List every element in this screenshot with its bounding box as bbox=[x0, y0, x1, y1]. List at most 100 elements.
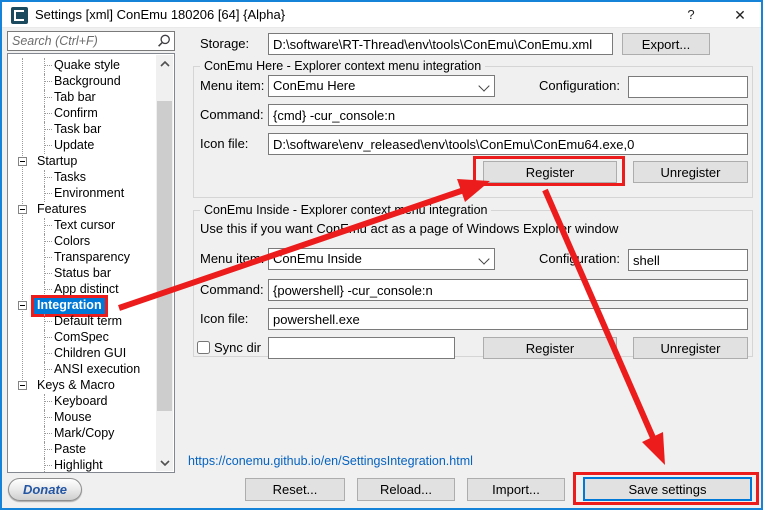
help-button[interactable]: ? bbox=[674, 2, 708, 28]
inside-configuration-input[interactable] bbox=[628, 249, 748, 271]
reload-button[interactable]: Reload... bbox=[357, 478, 455, 501]
save-settings-button[interactable]: Save settings bbox=[583, 477, 752, 501]
tree-item-label: Tab bar bbox=[51, 90, 99, 106]
tree-item-ansi-execution[interactable]: ANSI execution bbox=[8, 362, 174, 378]
tree-item-label: Children GUI bbox=[51, 346, 129, 362]
tree-connector bbox=[44, 74, 45, 90]
here-menu-item-label: Menu item: bbox=[200, 75, 264, 97]
tree-item-app-distinct[interactable]: App distinct bbox=[8, 282, 174, 298]
tree-item-label: Default term bbox=[51, 314, 125, 330]
tree-item-startup[interactable]: Startup bbox=[8, 154, 174, 170]
tree-item-mouse[interactable]: Mouse bbox=[8, 410, 174, 426]
scroll-up-icon[interactable] bbox=[156, 55, 173, 72]
tree-item-label: Background bbox=[51, 74, 124, 90]
tree-connector bbox=[44, 266, 45, 282]
here-command-label: Command: bbox=[200, 104, 264, 126]
collapse-minus-icon[interactable] bbox=[18, 205, 27, 214]
tree-item-label: Text cursor bbox=[51, 218, 118, 234]
inside-command-input[interactable] bbox=[268, 279, 748, 301]
tree-connector bbox=[44, 330, 45, 346]
tree-item-text-cursor[interactable]: Text cursor bbox=[8, 218, 174, 234]
tree-item-comspec[interactable]: ComSpec bbox=[8, 330, 174, 346]
inside-menu-item-combobox[interactable]: ConEmu Inside bbox=[268, 248, 495, 270]
tree-item-label: Integration bbox=[34, 298, 105, 314]
search-box bbox=[7, 31, 175, 51]
tree-item-label: Features bbox=[34, 202, 89, 218]
conemu-app-icon bbox=[11, 7, 28, 24]
tree-connector bbox=[44, 234, 45, 250]
tree-item-update[interactable]: Update bbox=[8, 138, 174, 154]
tree-item-paste[interactable]: Paste bbox=[8, 442, 174, 458]
tree-item-default-term[interactable]: Default term bbox=[8, 314, 174, 330]
tree-item-tab-bar[interactable]: Tab bar bbox=[8, 90, 174, 106]
tree-item-label: Confirm bbox=[51, 106, 101, 122]
tree-item-keyboard[interactable]: Keyboard bbox=[8, 394, 174, 410]
tree-item-label: Tasks bbox=[51, 170, 89, 186]
tree-item-status-bar[interactable]: Status bar bbox=[8, 266, 174, 282]
collapse-minus-icon[interactable] bbox=[18, 301, 27, 310]
here-icon-file-label: Icon file: bbox=[200, 133, 248, 155]
inside-configuration-label: Configuration: bbox=[535, 248, 620, 270]
tree-connector bbox=[44, 410, 45, 426]
here-icon-file-input[interactable] bbox=[268, 133, 748, 155]
reset-button[interactable]: Reset... bbox=[245, 478, 345, 501]
tree-item-label: Mark/Copy bbox=[51, 426, 117, 442]
tree-item-colors[interactable]: Colors bbox=[8, 234, 174, 250]
tree-item-integration[interactable]: Integration bbox=[8, 298, 174, 314]
here-configuration-input[interactable] bbox=[628, 76, 748, 98]
close-button[interactable]: ✕ bbox=[720, 2, 760, 28]
import-button[interactable]: Import... bbox=[467, 478, 565, 501]
tree-item-label: Environment bbox=[51, 186, 127, 202]
tree-item-label: Keyboard bbox=[51, 394, 111, 410]
tree-connector bbox=[44, 138, 45, 154]
tree-item-tasks[interactable]: Tasks bbox=[8, 170, 174, 186]
tree-item-label: Keys & Macro bbox=[34, 378, 118, 394]
tree-scrollbar[interactable] bbox=[156, 55, 173, 471]
here-unregister-button[interactable]: Unregister bbox=[633, 161, 748, 183]
collapse-minus-icon[interactable] bbox=[18, 381, 27, 390]
scroll-down-icon[interactable] bbox=[156, 454, 173, 471]
donate-button[interactable]: Donate bbox=[8, 478, 82, 501]
tree-item-environment[interactable]: Environment bbox=[8, 186, 174, 202]
tree-item-background[interactable]: Background bbox=[8, 74, 174, 90]
tree-connector bbox=[44, 250, 45, 266]
tree-item-mark-copy[interactable]: Mark/Copy bbox=[8, 426, 174, 442]
inside-icon-file-input[interactable] bbox=[268, 308, 748, 330]
tree-item-features[interactable]: Features bbox=[8, 202, 174, 218]
conemu-here-group-title: ConEmu Here - Explorer context menu inte… bbox=[200, 59, 485, 74]
inside-unregister-button[interactable]: Unregister bbox=[633, 337, 748, 359]
here-menu-item-value: ConEmu Here bbox=[273, 78, 355, 93]
tree-connector bbox=[44, 442, 45, 458]
conemu-inside-group-title: ConEmu Inside - Explorer context menu in… bbox=[200, 203, 491, 218]
settings-integration-link[interactable]: https://conemu.github.io/en/SettingsInte… bbox=[188, 454, 473, 468]
storage-path-input[interactable] bbox=[268, 33, 613, 55]
titlebar: Settings [xml] ConEmu 180206 [64] {Alpha… bbox=[2, 2, 761, 28]
sync-dir-input[interactable] bbox=[268, 337, 455, 359]
scrollbar-thumb[interactable] bbox=[157, 101, 172, 411]
collapse-minus-icon[interactable] bbox=[18, 157, 27, 166]
inside-register-button[interactable]: Register bbox=[483, 337, 617, 359]
sync-dir-checkbox[interactable] bbox=[197, 341, 210, 354]
here-menu-item-combobox[interactable]: ConEmu Here bbox=[268, 75, 495, 97]
settings-window: Settings [xml] ConEmu 180206 [64] {Alpha… bbox=[0, 0, 763, 510]
tree-connector bbox=[44, 218, 45, 234]
tree-item-label: ComSpec bbox=[51, 330, 112, 346]
here-command-input[interactable] bbox=[268, 104, 748, 126]
tree-item-quake-style[interactable]: Quake style bbox=[8, 58, 174, 74]
tree-connector bbox=[44, 106, 45, 122]
search-input[interactable] bbox=[7, 31, 175, 51]
tree-item-label: Highlight bbox=[51, 458, 106, 473]
tree-item-task-bar[interactable]: Task bar bbox=[8, 122, 174, 138]
tree-item-keys-macro[interactable]: Keys & Macro bbox=[8, 378, 174, 394]
export-button[interactable]: Export... bbox=[622, 33, 710, 55]
tree-item-highlight[interactable]: Highlight bbox=[8, 458, 174, 473]
tree-item-confirm[interactable]: Confirm bbox=[8, 106, 174, 122]
tree-item-transparency[interactable]: Transparency bbox=[8, 250, 174, 266]
tree-item-label: Colors bbox=[51, 234, 93, 250]
inside-description: Use this if you want ConEmu act as a pag… bbox=[200, 218, 618, 240]
here-register-button[interactable]: Register bbox=[483, 161, 617, 183]
here-configuration-label: Configuration: bbox=[535, 75, 620, 97]
tree-item-children-gui[interactable]: Children GUI bbox=[8, 346, 174, 362]
inside-menu-item-value: ConEmu Inside bbox=[273, 251, 362, 266]
tree-item-label: Mouse bbox=[51, 410, 95, 426]
